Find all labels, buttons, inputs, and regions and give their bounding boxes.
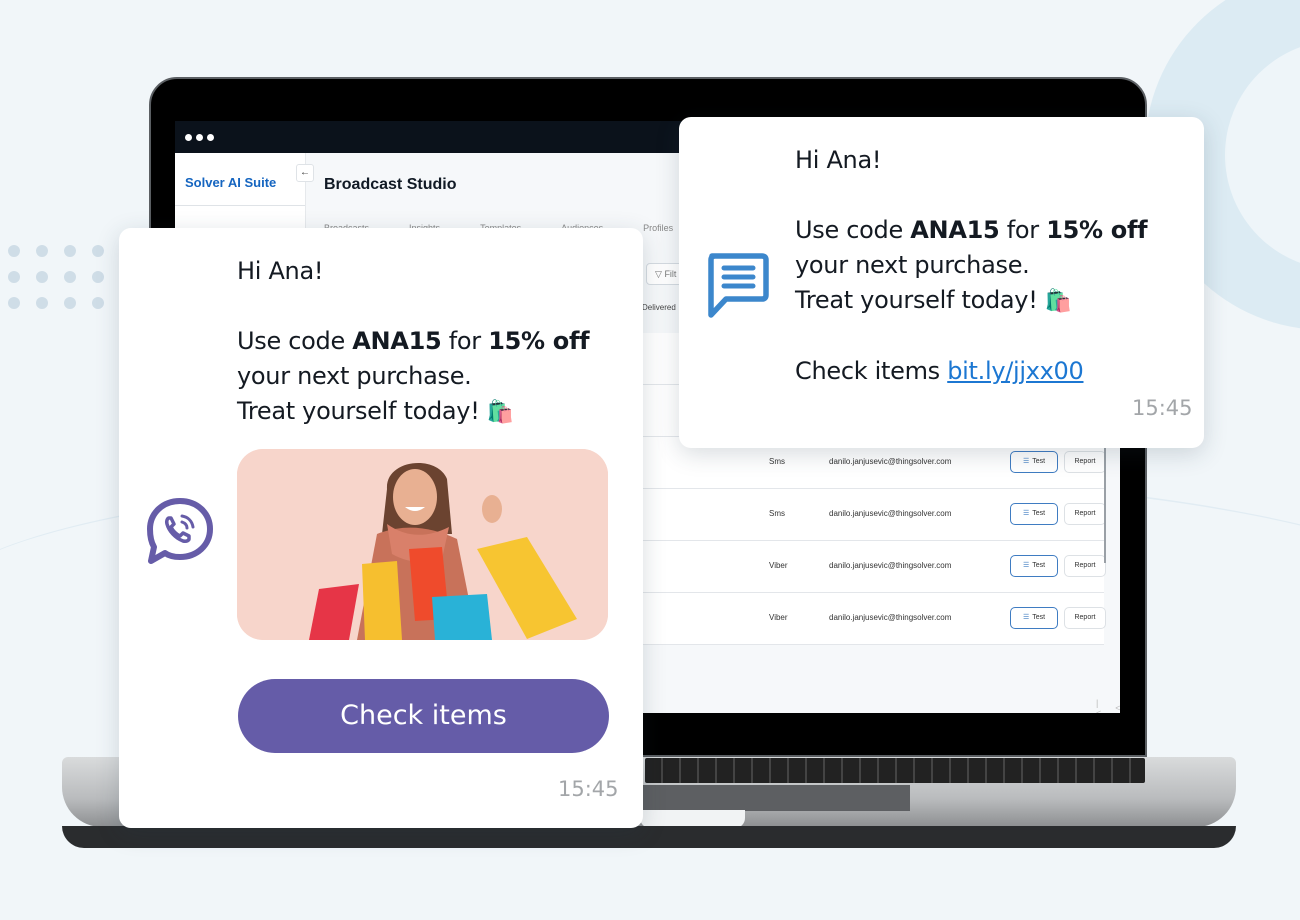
dot — [92, 245, 104, 257]
dot — [8, 297, 20, 309]
test-list-icon: ☰ — [1022, 458, 1030, 465]
dot — [8, 245, 20, 257]
dot — [64, 297, 76, 309]
greeting: Hi Ana! — [795, 146, 882, 174]
laptop-base-shadow — [62, 826, 1236, 848]
text: for — [441, 327, 489, 355]
email-cell: danilo.janjusevic@thingsolver.com — [829, 561, 952, 570]
window-dot — [207, 133, 214, 141]
test-button[interactable]: ☰ Test — [1010, 503, 1058, 525]
page-title: Broadcast Studio — [324, 176, 457, 193]
treat-line: Treat yourself today! 🛍️ — [795, 283, 1147, 319]
dot — [36, 271, 48, 283]
email-cell: danilo.janjusevic@thingsolver.com — [829, 613, 952, 622]
link-line: Check items bit.ly/jjxx00 — [795, 354, 1147, 389]
shopping-bags-icon: 🛍️ — [486, 400, 514, 425]
text: for — [999, 216, 1047, 244]
viber-message-body: Hi Ana! Use code ANA15 for 15% off your … — [237, 254, 590, 430]
message-timestamp: 15:45 — [558, 777, 619, 801]
purchase-line: your next purchase. — [795, 251, 1030, 279]
channel-cell: Viber — [769, 561, 788, 570]
treat-line: Treat yourself today! 🛍️ — [237, 394, 589, 430]
report-button[interactable]: Report — [1064, 607, 1106, 629]
dot — [8, 271, 20, 283]
dot — [36, 245, 48, 257]
discount: 15% off — [1046, 216, 1148, 244]
promo-code: ANA15 — [910, 216, 1000, 244]
report-button[interactable]: Report — [1064, 503, 1106, 525]
shopping-bags-icon: 🛍️ — [1044, 289, 1072, 314]
greeting: Hi Ana! — [237, 257, 324, 285]
test-list-icon: ☰ — [1022, 510, 1030, 517]
tab-profiles[interactable]: Profiles — [643, 223, 673, 241]
offer-line: Use code ANA15 for 15% off — [795, 213, 1148, 248]
dot — [64, 271, 76, 283]
sms-chat-icon — [708, 253, 769, 318]
short-link[interactable]: bit.ly/jjxx00 — [947, 357, 1084, 385]
text: Check items — [795, 357, 948, 385]
window-dot — [196, 133, 203, 141]
woman-with-shopping-bags-image — [237, 449, 608, 640]
offer-line: Use code ANA15 for 15% off — [237, 324, 590, 359]
promo-code: ANA15 — [352, 327, 442, 355]
test-list-icon: ☰ — [1022, 562, 1030, 569]
message-timestamp: 15:45 — [1132, 396, 1193, 420]
channel-cell: Sms — [769, 509, 785, 518]
viber-icon — [147, 498, 213, 564]
text: Treat yourself today! — [795, 286, 1038, 314]
report-button[interactable]: Report — [1064, 451, 1106, 473]
email-cell: danilo.janjusevic@thingsolver.com — [829, 509, 952, 518]
check-items-button[interactable]: Check items — [238, 679, 609, 753]
prev-page-button[interactable]: < — [1115, 703, 1120, 713]
test-label: Test — [1032, 614, 1046, 621]
channel-cell: Sms — [769, 457, 785, 466]
text: Treat yourself today! — [237, 397, 480, 425]
column-header-delivered[interactable]: Delivered ↕ — [642, 303, 682, 312]
sms-message-card: Hi Ana! Use code ANA15 for 15% off your … — [679, 117, 1204, 448]
text: Use code — [795, 216, 911, 244]
laptop-keyboard — [645, 758, 1145, 783]
test-button[interactable]: ☰ Test — [1010, 607, 1058, 629]
filter-icon: ▽ — [655, 269, 662, 279]
email-cell: danilo.janjusevic@thingsolver.com — [829, 457, 952, 466]
laptop-trackpad — [640, 785, 910, 811]
filter-label: Filt — [664, 269, 677, 279]
pagination: |< < 1 2 > >| — [1096, 698, 1120, 713]
brand-name[interactable]: Solver AI Suite — [175, 153, 305, 206]
window-dot — [185, 133, 192, 141]
promo-image — [237, 449, 608, 640]
decorative-dot-grid — [8, 245, 106, 309]
discount: 15% off — [488, 327, 590, 355]
purchase-line: your next purchase. — [237, 362, 472, 390]
channel-cell: Viber — [769, 613, 788, 622]
dot — [92, 271, 104, 283]
test-label: Test — [1032, 458, 1046, 465]
test-button[interactable]: ☰ Test — [1010, 451, 1058, 473]
test-list-icon: ☰ — [1022, 614, 1030, 621]
report-button[interactable]: Report — [1064, 555, 1106, 577]
first-page-button[interactable]: |< — [1096, 698, 1101, 713]
test-label: Test — [1032, 562, 1046, 569]
test-label: Test — [1032, 510, 1046, 517]
dot — [92, 297, 104, 309]
test-button[interactable]: ☰ Test — [1010, 555, 1058, 577]
dot — [64, 245, 76, 257]
text: Use code — [237, 327, 353, 355]
viber-message-card: Hi Ana! Use code ANA15 for 15% off your … — [119, 228, 643, 828]
dot — [36, 297, 48, 309]
sms-message-body: Hi Ana! Use code ANA15 for 15% off your … — [795, 143, 1148, 389]
